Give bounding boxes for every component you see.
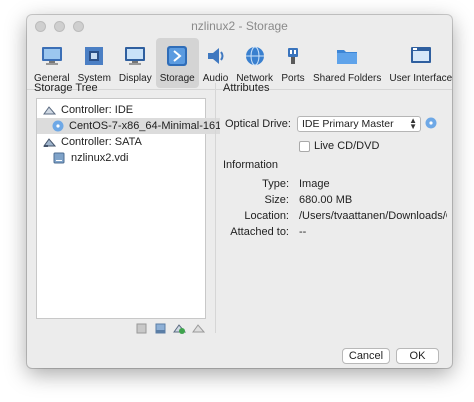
tab-system[interactable]: System bbox=[74, 38, 115, 88]
tab-user-interface-label: User Interface bbox=[389, 73, 452, 84]
tree-item-hard-disk[interactable]: nzlinux2.vdi bbox=[37, 150, 220, 166]
select-chevron-icon: ▲ ▼ bbox=[409, 116, 417, 131]
optical-drive-select[interactable]: IDE Primary Master ▲ ▼ bbox=[297, 116, 421, 132]
tab-user-interface[interactable]: User Interface bbox=[385, 38, 452, 88]
window-title: nzlinux2 - Storage bbox=[191, 19, 288, 33]
location-value: /Users/tvaattanen/Downloads/Cen... bbox=[299, 210, 447, 222]
storage-tree[interactable]: Controller: IDE CentOS-7-x86_64-Minimal-… bbox=[36, 98, 220, 319]
network-globe-icon bbox=[243, 44, 267, 68]
audio-speaker-icon bbox=[204, 44, 228, 68]
ide-controller-icon bbox=[42, 103, 56, 117]
choose-disc-icon[interactable] bbox=[425, 117, 437, 132]
display-monitor-icon bbox=[123, 44, 147, 68]
tab-ports[interactable]: Ports bbox=[277, 38, 309, 88]
ok-button[interactable]: OK bbox=[396, 348, 439, 364]
remove-controller-icon[interactable] bbox=[154, 322, 167, 335]
tree-item-label: Controller: SATA bbox=[61, 136, 142, 148]
tab-ports-label: Ports bbox=[281, 73, 305, 84]
hard-disk-icon bbox=[52, 151, 66, 165]
panel-divider bbox=[215, 83, 216, 333]
size-value: 680.00 MB bbox=[299, 194, 353, 206]
title-bar: nzlinux2 - Storage bbox=[27, 15, 452, 37]
storage-disk-icon bbox=[165, 44, 189, 68]
add-attachment-icon[interactable] bbox=[173, 322, 186, 335]
tab-display[interactable]: Display bbox=[115, 38, 156, 88]
live-cd-checkbox[interactable] bbox=[299, 141, 310, 152]
type-value: Image bbox=[299, 178, 330, 190]
optical-disc-icon bbox=[52, 119, 64, 133]
tab-storage[interactable]: Storage bbox=[155, 38, 199, 88]
sata-controller-icon bbox=[42, 135, 56, 149]
storage-tree-title: Storage Tree bbox=[34, 82, 98, 94]
system-chip-icon bbox=[82, 44, 106, 68]
user-interface-icon bbox=[409, 44, 433, 68]
tab-storage-label: Storage bbox=[159, 73, 195, 84]
window-controls bbox=[35, 21, 84, 32]
attributes-title: Attributes bbox=[223, 82, 270, 94]
settings-window: nzlinux2 - Storage General System Displa… bbox=[27, 15, 452, 368]
tab-shared-folders-label: Shared Folders bbox=[313, 73, 382, 84]
add-controller-icon[interactable] bbox=[135, 322, 148, 335]
type-label: Type: bbox=[262, 178, 289, 190]
tab-general[interactable]: General bbox=[30, 38, 74, 88]
tab-audio[interactable]: Audio bbox=[199, 38, 233, 88]
close-window-button[interactable] bbox=[35, 21, 46, 32]
tree-item-controller-ide[interactable]: Controller: IDE bbox=[37, 102, 210, 118]
tree-item-label: CentOS-7-x86_64-Minimal-1611.i... bbox=[69, 120, 220, 132]
information-title: Information bbox=[223, 159, 279, 171]
live-cd-label: Live CD/DVD bbox=[314, 140, 380, 152]
minimize-window-button[interactable] bbox=[54, 21, 65, 32]
tree-item-label: nzlinux2.vdi bbox=[71, 152, 129, 164]
tree-item-optical-disc[interactable]: CentOS-7-x86_64-Minimal-1611.i... bbox=[37, 118, 220, 134]
optical-drive-label: Optical Drive: bbox=[224, 118, 291, 130]
tab-network[interactable]: Network bbox=[232, 38, 277, 88]
zoom-window-button[interactable] bbox=[73, 21, 84, 32]
attached-to-label: Attached to: bbox=[230, 226, 289, 238]
tab-display-label: Display bbox=[118, 73, 152, 84]
ports-plug-icon bbox=[281, 44, 305, 68]
remove-attachment-icon[interactable] bbox=[192, 322, 205, 335]
general-monitor-icon bbox=[40, 44, 64, 68]
location-label: Location: bbox=[244, 210, 289, 222]
shared-folder-icon bbox=[335, 44, 359, 68]
tree-item-controller-sata[interactable]: Controller: SATA bbox=[37, 134, 210, 150]
cancel-button[interactable]: Cancel bbox=[342, 348, 390, 364]
tree-action-buttons bbox=[135, 322, 205, 335]
tab-shared-folders[interactable]: Shared Folders bbox=[309, 38, 385, 88]
size-label: Size: bbox=[264, 194, 289, 206]
optical-drive-value: IDE Primary Master bbox=[302, 118, 394, 130]
attached-to-value: -- bbox=[299, 226, 307, 238]
tree-item-label: Controller: IDE bbox=[61, 104, 134, 116]
